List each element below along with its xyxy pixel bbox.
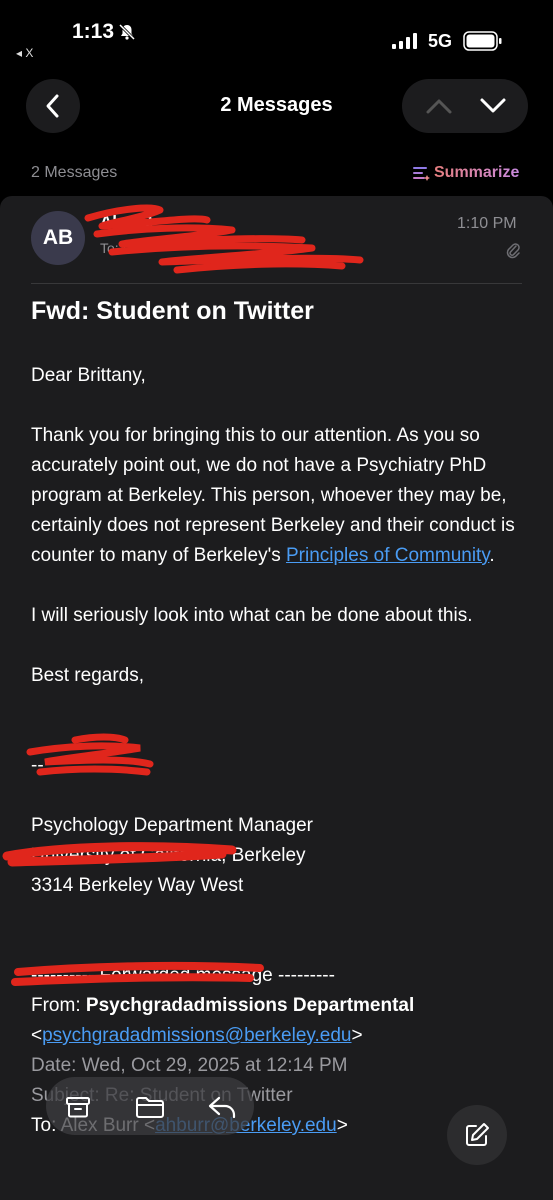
battery-icon	[463, 31, 502, 51]
message-navigation	[402, 79, 528, 133]
summarize-icon	[413, 167, 430, 181]
compose-icon	[466, 1123, 489, 1146]
closing: Best regards,	[31, 665, 144, 686]
forwarded-from-email-link[interactable]: psychgradadmissions@berkeley.edu	[42, 1025, 351, 1046]
sender-avatar[interactable]: AB	[31, 211, 85, 265]
header-divider	[31, 283, 522, 284]
forwarded-from-name: Psychgradadmissions Departmental	[85, 995, 415, 1016]
thread-message-count: 2 Messages	[31, 164, 118, 181]
nav-bar: 2 Messages	[0, 75, 553, 135]
sender-name[interactable]: Alex B	[100, 212, 153, 232]
forwarded-from-email-line: <psychgradadmissions@berkeley.edu>	[31, 1021, 531, 1051]
recipients[interactable]: To: Bri	[100, 240, 140, 256]
chevron-up-icon	[426, 99, 452, 114]
paragraph-1-end: .	[489, 545, 495, 566]
principles-of-community-link[interactable]: Principles of Community	[286, 545, 489, 566]
chevron-down-icon	[480, 98, 506, 113]
forwarded-from: From: Psychgradadmissions Departmental	[31, 991, 531, 1021]
summarize-button[interactable]: Summarize	[412, 164, 519, 182]
forwarded-from-label: From:	[31, 995, 86, 1016]
forwarded-email-close: >	[351, 1025, 363, 1046]
message-body: Dear Brittany, Thank you for bringing th…	[31, 361, 531, 1141]
signature-separator: --	[31, 755, 44, 776]
forwarded-email-open: <	[31, 1025, 43, 1046]
back-to-app-link[interactable]: ◂ X	[16, 46, 33, 60]
signature-organization: University of California, Berkeley	[31, 845, 306, 866]
forwarded-to-close: >	[336, 1115, 348, 1136]
archive-button[interactable]	[58, 1087, 98, 1127]
cellular-signal-icon	[392, 33, 417, 49]
status-bar: 1:13 ◂ X 5G	[0, 0, 553, 60]
paragraph-2: I will seriously look into what can be d…	[31, 605, 473, 626]
signature-title: Psychology Department Manager	[31, 815, 313, 836]
message-time: 1:10 PM	[457, 215, 517, 232]
signature-address: 3314 Berkeley Way West	[31, 875, 244, 896]
previous-message-button[interactable]	[412, 79, 466, 133]
archive-box-icon	[66, 1097, 90, 1118]
bell-slash-icon	[118, 23, 136, 41]
greeting: Dear Brittany,	[31, 365, 146, 386]
folder-icon	[136, 1097, 164, 1118]
reply-arrow-icon	[208, 1096, 236, 1119]
network-type: 5G	[428, 31, 453, 51]
summarize-label: Summarize	[434, 164, 520, 181]
forwarded-header: ---------- Forwarded message ---------	[31, 965, 335, 986]
message-action-toolbar	[46, 1077, 254, 1135]
paragraph-1: Thank you for bringing this to our atten…	[31, 421, 531, 571]
reply-button[interactable]	[202, 1087, 242, 1127]
move-to-folder-button[interactable]	[130, 1087, 170, 1127]
status-time: 1:13	[72, 20, 115, 43]
message-subject: Fwd: Student on Twitter	[31, 297, 314, 325]
attachment-paperclip-icon	[506, 243, 520, 259]
next-message-button[interactable]	[466, 79, 520, 133]
compose-button[interactable]	[447, 1105, 507, 1165]
